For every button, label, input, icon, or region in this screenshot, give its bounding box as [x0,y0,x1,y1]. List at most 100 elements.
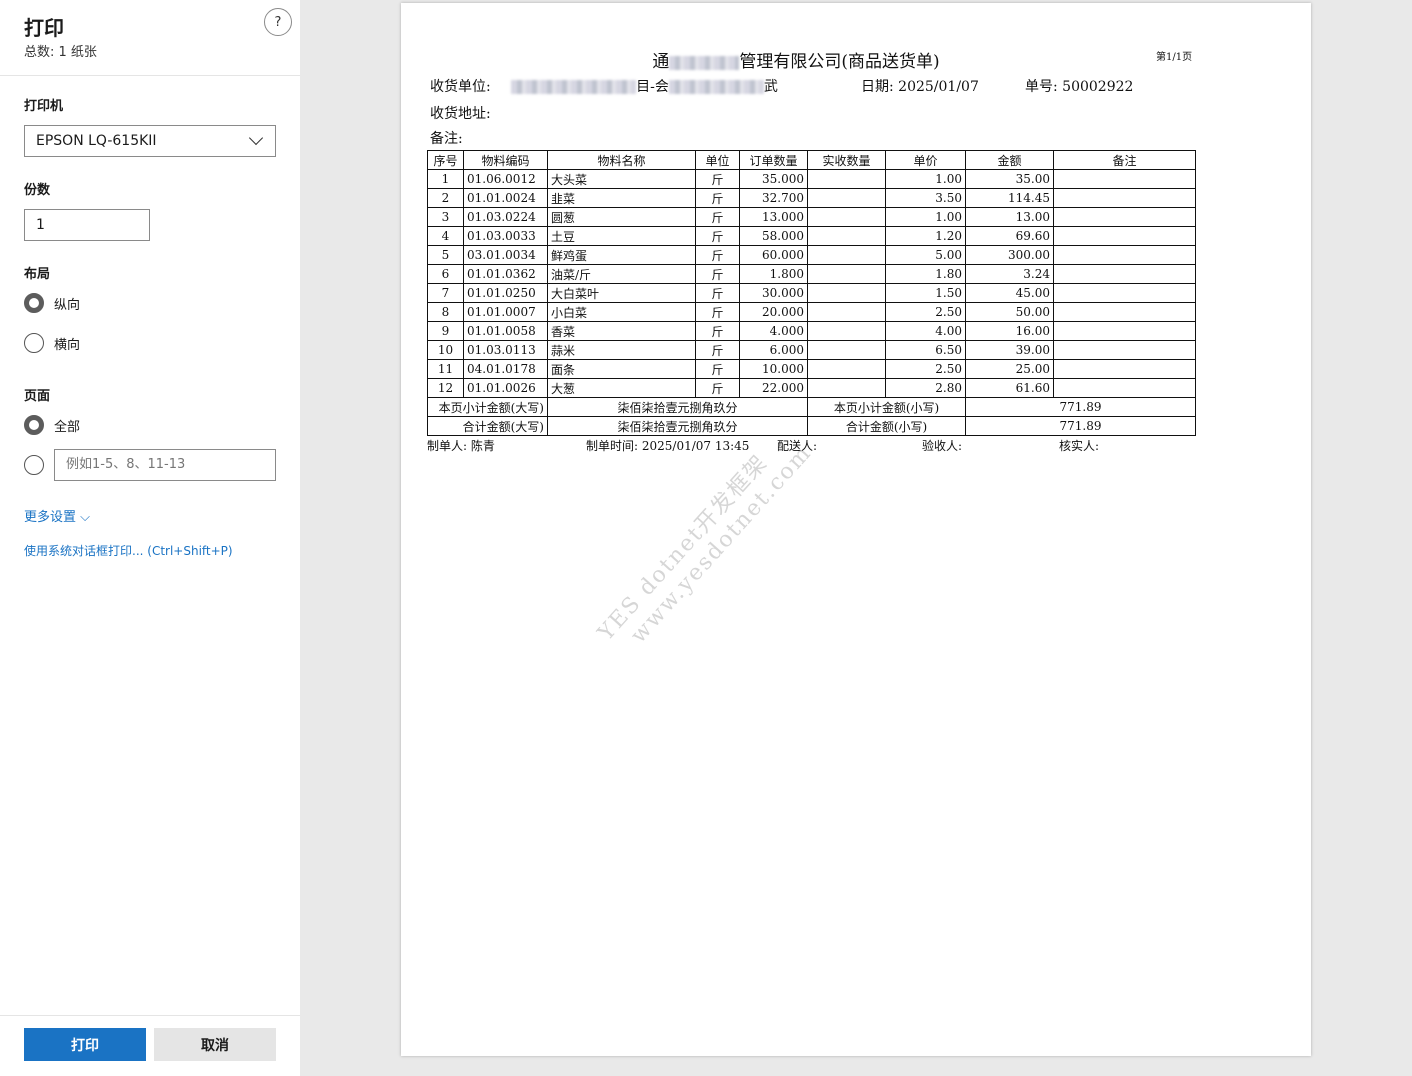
panel-footer: 打印 取消 [0,1015,300,1076]
order-number: 单号: 50002922 [1025,79,1134,95]
table-cell: 斤 [695,283,740,303]
table-cell: 大葱 [547,378,696,398]
more-settings-link[interactable]: 更多设置 ⌵ [24,506,90,525]
table-cell: 6.000 [739,340,808,360]
table-cell: 9 [427,321,464,341]
table-cell: 斤 [695,264,740,284]
table-cell: 13.00 [965,207,1054,227]
panel-header: 打印 总数: 1 纸张 ? [0,0,300,76]
table-cell [807,245,886,265]
table-cell [807,378,886,398]
table-cell [807,226,886,246]
table-cell: 01.01.0026 [463,378,548,398]
layout-portrait-option[interactable]: 纵向 [24,292,80,314]
table-cell: 12 [427,378,464,398]
pages-all-option[interactable]: 全部 [24,414,80,436]
table-cell [1053,264,1196,284]
table-cell: 01.06.0012 [463,169,548,189]
table-cell: 斤 [695,321,740,341]
deliverer-field: 配送人: [777,439,818,453]
table-cell: 3.50 [885,188,966,208]
verifier-field: 核实人: [1059,439,1100,453]
receiver-mid: 目-会 [636,79,669,95]
title-suffix: 管理有限公司(商品送货单) [739,52,940,72]
system-dialog-link[interactable]: 使用系统对话框打印... (Ctrl+Shift+P) [24,542,233,559]
panel-title: 打印 [24,16,64,40]
copies-label: 份数 [24,183,51,198]
copies-input[interactable]: 1 [24,209,150,241]
table-cell: 蒜米 [547,340,696,360]
subtotal-value-big: 柒佰柒拾壹元捌角玖分 [547,397,808,417]
table-cell: 4.00 [885,321,966,341]
redacted-block [669,55,740,70]
table-cell: 大头菜 [547,169,696,189]
table-cell: 斤 [695,340,740,360]
table-cell: 01.01.0250 [463,283,548,303]
table-cell: 1.50 [885,283,966,303]
radio-icon[interactable] [24,455,44,475]
inspector-field: 验收人: [922,439,963,453]
items-table: 序号 物料编码 物料名称 单位 订单数量 实收数量 单价 金额 备注 1 01.0… [427,150,1196,436]
layout-landscape-option[interactable]: 横向 [24,332,80,354]
table-cell: 20.000 [739,302,808,322]
table-cell: 01.03.0224 [463,207,548,227]
chevron-down-icon [248,130,264,146]
receiver-label: 收货单位: [430,79,491,95]
subtotal-caption-big: 本页小计金额(大写) [427,397,548,417]
table-cell: 1.80 [885,264,966,284]
table-cell [1053,359,1196,379]
table-cell: 2.50 [885,302,966,322]
table-cell: 10.000 [739,359,808,379]
table-row: 2 01.01.0024 韭菜斤 32.700 3.50 114.45 [427,188,1196,208]
sheet-count: 总数: 1 纸张 [24,45,97,60]
table-cell [1053,283,1196,303]
table-cell [807,169,886,189]
total-value-big: 柒佰柒拾壹元捌角玖分 [547,416,808,436]
table-cell: 45.00 [965,283,1054,303]
redacted-block [668,80,764,94]
table-cell: 13.000 [739,207,808,227]
address-label: 收货地址: [430,106,491,122]
summary-body: 本页小计金额(大写) 柒佰柒拾壹元捌角玖分 本页小计金额(小写) 771.89 … [427,397,1196,436]
table-row: 3 01.03.0224 圆葱斤 13.000 1.00 13.00 [427,207,1196,227]
page-range-input[interactable]: 例如1-5、8、11-13 [54,449,276,481]
table-cell: 4 [427,226,464,246]
table-cell: 04.01.0178 [463,359,548,379]
table-cell [1053,245,1196,265]
col-header: 序号 [427,150,464,170]
pages-range-option[interactable] [24,454,44,476]
watermark-line-1: YES dotnet开发框架 [593,450,774,646]
table-cell: 8 [427,302,464,322]
col-header: 金额 [965,150,1054,170]
document-title: 通 管理有限公司(商品送货单) [631,47,961,72]
table-cell: 斤 [695,188,740,208]
col-header: 物料编码 [463,150,548,170]
make-time-field: 制单时间: 2025/01/07 13:45 [586,439,750,453]
table-cell [807,188,886,208]
watermark-line-2: www.yesdotnet.com [626,440,817,649]
remark-label: 备注: [430,131,463,147]
table-cell: 35.00 [965,169,1054,189]
table-cell: 39.00 [965,340,1054,360]
table-cell: 4.000 [739,321,808,341]
radio-icon[interactable] [24,415,44,435]
table-cell: 60.000 [739,245,808,265]
table-cell: 3 [427,207,464,227]
cancel-button[interactable]: 取消 [154,1028,276,1061]
table-cell: 58.000 [739,226,808,246]
help-button[interactable]: ? [264,8,292,36]
table-cell [807,359,886,379]
subtotal-value-small: 771.89 [965,397,1196,417]
radio-icon[interactable] [24,293,44,313]
radio-icon[interactable] [24,333,44,353]
print-button[interactable]: 打印 [24,1028,146,1061]
table-cell: 1 [427,169,464,189]
table-row: 10 01.03.0113 蒜米斤 6.000 6.50 39.00 [427,340,1196,360]
table-row: 9 01.01.0058 香菜斤 4.000 4.00 16.00 [427,321,1196,341]
col-header: 单价 [885,150,966,170]
table-cell: 斤 [695,378,740,398]
printer-select[interactable]: EPSON LQ-615KII [24,125,276,157]
table-cell: 油菜/斤 [547,264,696,284]
col-header: 单位 [695,150,740,170]
watermark: YES dotnet开发框架 www.yesdotnet.com [589,419,817,663]
